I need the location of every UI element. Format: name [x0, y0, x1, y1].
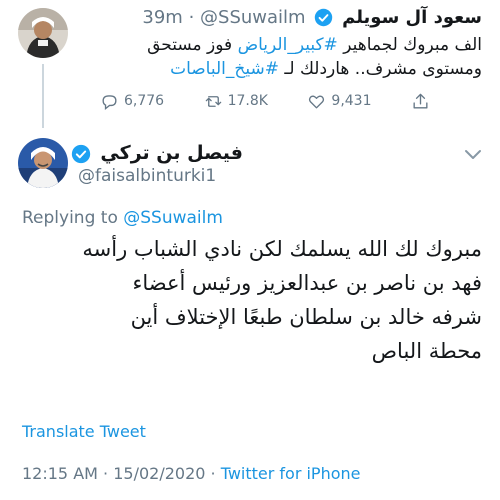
share-button[interactable]: [411, 92, 430, 111]
main-handle[interactable]: @faisalbinturki1: [78, 166, 216, 186]
tweet-timestamp[interactable]: 12:15 AM · 15/02/2020 ·: [22, 464, 221, 483]
like-count: 9,431: [331, 93, 372, 109]
parent-handle[interactable]: @SSuwailm: [200, 7, 306, 28]
reply-icon: [102, 94, 117, 110]
parent-time[interactable]: 39m: [142, 7, 182, 28]
tweet-meta: 12:15 AM · 15/02/2020 · Twitter for iPho…: [22, 464, 361, 483]
hashtag-link[interactable]: #شيخ_الباصات: [170, 59, 279, 79]
verified-badge-icon: [71, 144, 90, 163]
like-icon: [309, 95, 325, 109]
translate-tweet-link[interactable]: Translate Tweet: [22, 422, 146, 441]
verified-badge-icon: [315, 8, 333, 26]
hashtag-link[interactable]: #كبير_الرياض: [238, 35, 338, 55]
tweet-line: محطة الباص: [371, 339, 482, 363]
reply-button[interactable]: 6,776: [100, 92, 164, 111]
retweet-count: 17.8K: [227, 93, 268, 109]
tweet-line: فهد بن ناصر بن عبدالعزيز ورئيس أعضاء: [132, 271, 482, 295]
share-icon: [413, 93, 428, 109]
parent-actions: 6,776 17.8K 9,431: [100, 88, 430, 114]
like-button[interactable]: 9,431: [307, 92, 372, 111]
retweet-icon: [205, 95, 221, 107]
parent-header: سعود آل سويلم @SSuwailm · 39m: [142, 6, 482, 28]
parent-display-name[interactable]: سعود آل سويلم: [342, 7, 482, 28]
replying-to: Replying to @SSuwailm: [22, 208, 223, 228]
replying-to-handle[interactable]: @SSuwailm: [123, 208, 223, 228]
parent-tweet-text: الف مبروك لجماهير #كبير_الرياض فوز مستحق…: [92, 33, 482, 81]
main-tweet: فيصل بن تركي @faisalbinturki1 Replying t…: [0, 130, 500, 500]
parent-avatar[interactable]: [18, 8, 68, 58]
reply-count: 6,776: [124, 93, 165, 109]
main-tweet-text: مبروك لك الله يسلمك لكن نادي الشباب رأسه…: [14, 232, 482, 368]
tweet-line: مبروك لك الله يسلمك لكن نادي الشباب رأسه: [82, 237, 482, 261]
main-display-name-row: فيصل بن تركي: [68, 142, 243, 164]
parent-text-part: الف مبروك لجماهير: [337, 35, 482, 55]
retweet-button[interactable]: 17.8K: [204, 92, 268, 111]
thread-line: [42, 64, 44, 128]
main-avatar[interactable]: [18, 138, 68, 188]
parent-tweet[interactable]: سعود آل سويلم @SSuwailm · 39m الف مبروك …: [0, 0, 500, 128]
parent-separator: ·: [188, 6, 195, 28]
main-display-name[interactable]: فيصل بن تركي: [100, 142, 243, 164]
tweet-source-link[interactable]: Twitter for iPhone: [221, 464, 361, 483]
chevron-down-icon[interactable]: [464, 148, 482, 162]
replying-prefix: Replying to: [22, 208, 124, 228]
tweet-line: شرفه خالد بن سلطان طبعًا الإختلاف أين: [130, 305, 482, 329]
